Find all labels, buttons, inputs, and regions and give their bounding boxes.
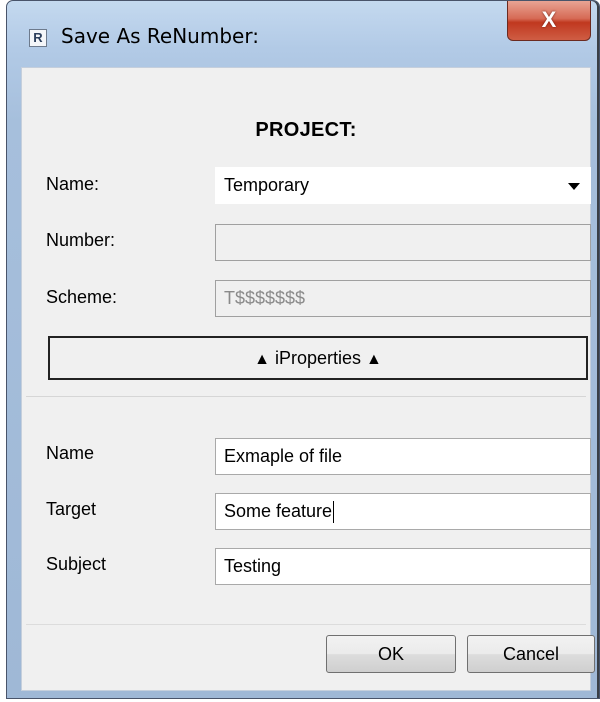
iprop-subject-label: Subject (46, 554, 107, 574)
iproperties-toggle-button[interactable]: ▲ iProperties ▲ (48, 336, 588, 380)
project-scheme-field: T$$$$$$$ (215, 280, 591, 317)
project-name-combobox[interactable]: Temporary (215, 167, 591, 204)
dialog-client-area: PROJECT: Name: Temporary Number: Scheme:… (21, 67, 595, 691)
project-number-label: Number: (46, 230, 116, 250)
save-as-dialog: R Save As ReNumber: X PROJECT: Name: Tem… (6, 0, 600, 699)
cancel-button[interactable]: Cancel (467, 635, 595, 673)
iprop-target-label: Target (46, 499, 97, 519)
iprop-subject-input[interactable]: Testing (215, 548, 591, 585)
project-heading: PROJECT: (255, 119, 357, 141)
chevron-down-icon[interactable] (568, 183, 580, 190)
project-name-label: Name: (46, 174, 100, 194)
project-scheme-label: Scheme: (46, 287, 118, 307)
project-name-value: Temporary (224, 175, 310, 195)
project-number-field (215, 224, 591, 261)
app-icon: R (29, 29, 47, 47)
iprop-name-input[interactable]: Exmaple of file (215, 438, 591, 475)
dialog-title: Save As ReNumber: (61, 24, 259, 48)
close-button[interactable]: X (507, 1, 591, 41)
ok-button[interactable]: OK (326, 635, 456, 673)
dialog-footer: OK Cancel (26, 624, 595, 687)
iproperties-panel: Name Exmaple of file Target Some feature… (26, 408, 591, 628)
title-bar[interactable]: R Save As ReNumber: X (7, 1, 599, 65)
triangle-up-icon: ▲ (254, 351, 270, 368)
iprop-name-label: Name (46, 443, 95, 463)
triangle-up-icon: ▲ (366, 351, 382, 368)
iprop-target-value: Some feature (224, 501, 333, 521)
iproperties-button-label: iProperties (274, 348, 362, 368)
iprop-target-input[interactable]: Some feature (215, 493, 591, 530)
text-cursor (333, 501, 335, 524)
project-panel: PROJECT: Name: Temporary Number: Scheme:… (26, 78, 591, 397)
